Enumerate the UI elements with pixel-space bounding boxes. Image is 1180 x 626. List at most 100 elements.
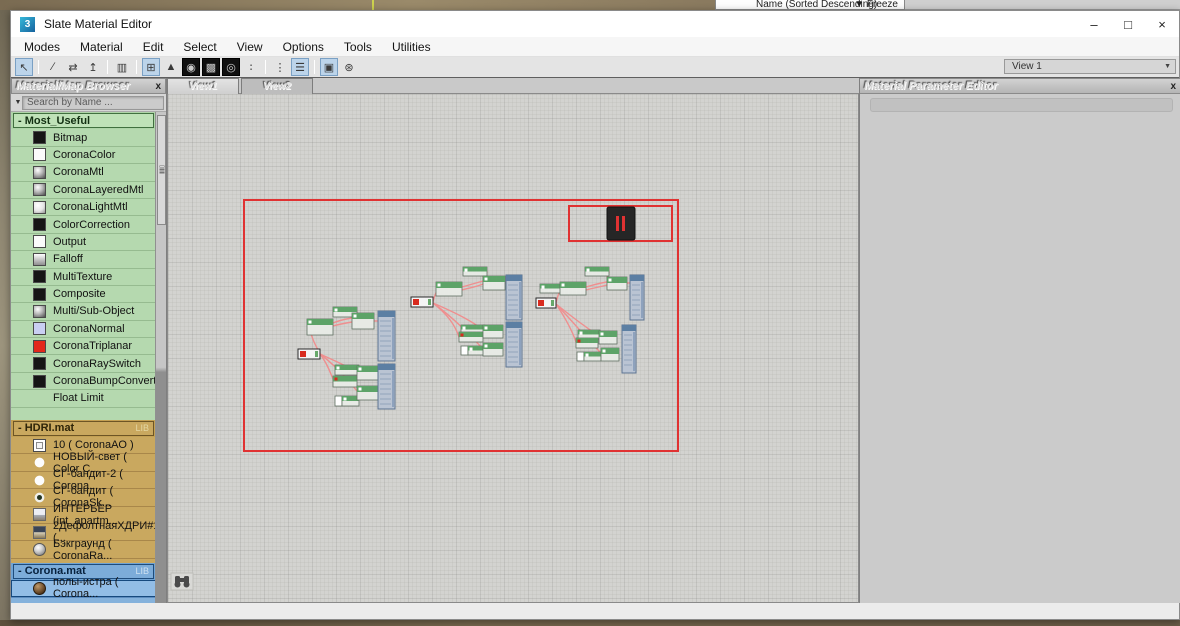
material-node[interactable] (584, 266, 610, 277)
material-node[interactable] (629, 274, 645, 321)
get-material-icon[interactable]: ⇄ (64, 58, 82, 76)
menu-tools[interactable]: Tools (334, 37, 382, 56)
material-node[interactable] (410, 296, 434, 308)
pause-button[interactable] (606, 206, 636, 241)
minimize-button[interactable]: – (1077, 11, 1111, 37)
list-item[interactable]: Bitmap (11, 129, 156, 147)
view-selector-value: View 1 (1012, 61, 1042, 72)
list-item[interactable]: Falloff (11, 251, 156, 269)
material-node[interactable] (351, 312, 375, 330)
show-shaded-material-icon[interactable]: ▩ (202, 58, 220, 76)
material-map-browser-toggle-icon[interactable]: ☰ (291, 58, 309, 76)
group-header[interactable]: - HDRI.mat LIB (11, 419, 156, 438)
material-node[interactable] (377, 363, 396, 410)
list-item[interactable]: CoronaColor (11, 146, 156, 165)
material-node[interactable] (576, 351, 602, 362)
browser-scrollbar-thumb[interactable] (157, 115, 166, 225)
list-item[interactable]: Float Limit (11, 390, 156, 408)
material-node[interactable] (575, 337, 599, 349)
material-node[interactable] (306, 318, 334, 336)
tab-view1[interactable]: View1 (167, 78, 239, 94)
app-logo-icon: 3 (20, 16, 35, 32)
material-node[interactable] (377, 310, 396, 362)
list-item[interactable]: ColorCorrection (11, 216, 156, 234)
material-node[interactable] (462, 266, 488, 277)
browser-panel-title: Material/Map Browser (16, 80, 130, 92)
material-node[interactable] (482, 342, 504, 357)
assign-material-to-selection-icon[interactable]: ↥ (84, 58, 102, 76)
group-label: - Most_Useful (18, 114, 91, 127)
material-node[interactable] (535, 297, 557, 309)
item-label: Composite (53, 288, 106, 301)
menu-utilities[interactable]: Utilities (382, 37, 441, 56)
search-row: ▼ (11, 94, 166, 112)
browser-scrollbar[interactable] (155, 112, 166, 603)
search-options-dropdown-icon[interactable]: ▼ (14, 96, 22, 109)
parameter-editor-toggle-icon[interactable]: ▣ (320, 58, 338, 76)
material-node[interactable] (356, 365, 380, 381)
list-item[interactable]: CoronaLightMtl (11, 198, 156, 217)
material-node[interactable] (435, 281, 463, 297)
select-tool-icon[interactable]: ↖ (15, 58, 33, 76)
item-label: CoronaColor (53, 148, 116, 161)
view-selector-dropdown[interactable]: View 1 ▼ (1004, 59, 1176, 74)
material-node[interactable] (297, 348, 321, 360)
node-link (461, 283, 484, 291)
menu-edit[interactable]: Edit (133, 37, 174, 56)
move-children-icon[interactable]: ⊞ (142, 58, 160, 76)
menu-material[interactable]: Material (70, 37, 133, 56)
sample-uv-tiling-icon[interactable]: ◎ (222, 58, 240, 76)
material-node[interactable] (559, 281, 587, 296)
list-item[interactable]: CoronaTriplanar (11, 338, 156, 356)
select-by-material-icon[interactable]: ⊛ (340, 58, 358, 76)
browser-close-icon[interactable]: x (155, 81, 161, 92)
material-node[interactable] (598, 330, 618, 345)
material-node[interactable] (332, 375, 358, 388)
material-node[interactable] (356, 385, 380, 401)
material-node[interactable] (505, 321, 523, 368)
material-node[interactable] (505, 274, 523, 321)
list-item[interactable]: CoronaBumpConverter (11, 372, 156, 391)
material-node[interactable] (621, 324, 637, 374)
material-node[interactable] (600, 347, 620, 362)
group-header[interactable]: - Most_Useful (11, 112, 156, 130)
list-item[interactable]: MultiTexture (11, 268, 156, 286)
node-graph-canvas[interactable] (167, 94, 859, 603)
material-node[interactable] (539, 283, 563, 294)
menu-modes[interactable]: Modes (11, 37, 70, 56)
list-item[interactable]: Output (11, 233, 156, 252)
show-background-icon[interactable]: ◉ (182, 58, 200, 76)
sphere-gray-swatch-icon (33, 543, 46, 557)
menu-view[interactable]: View (227, 37, 273, 56)
list-item[interactable]: CoronaRaySwitch (11, 355, 156, 373)
list-item[interactable]: CoronaNormal (11, 320, 156, 339)
parameter-editor-close-icon[interactable]: x (1170, 81, 1176, 92)
list-item[interactable]: полы-истра ( Corona... (11, 576, 156, 600)
material-node[interactable] (334, 395, 360, 407)
tab-view2[interactable]: View2 (241, 78, 313, 94)
maximize-button[interactable]: □ (1111, 11, 1145, 37)
toolbar-separator (265, 60, 266, 74)
list-item[interactable]: Бэкграунд ( CoronaRa... (11, 538, 156, 562)
hide-unused-nodeslots-icon[interactable]: ▲ (162, 58, 180, 76)
material-node[interactable] (460, 345, 486, 356)
menu-select[interactable]: Select (173, 37, 226, 56)
close-button[interactable]: × (1145, 11, 1179, 37)
menu-options[interactable]: Options (273, 37, 334, 56)
layout-children-icon[interactable]: ⋮ (271, 58, 289, 76)
material-node[interactable] (482, 324, 504, 339)
list-item[interactable]: Multi/Sub-Object (11, 303, 156, 321)
options-dots-icon[interactable]: ∶ (242, 58, 260, 76)
search-input[interactable] (22, 95, 164, 110)
list-item[interactable]: Composite (11, 285, 156, 304)
pick-material-from-object-icon[interactable]: ∕ (44, 58, 62, 76)
list-item[interactable]: CoronaLayeredMtl (11, 181, 156, 199)
material-node[interactable] (334, 364, 360, 376)
list-item[interactable]: CoronaMtl (11, 164, 156, 182)
material-node[interactable] (606, 276, 628, 291)
pan-tool-binoculars-icon[interactable] (170, 572, 194, 591)
material-node[interactable] (458, 331, 484, 343)
parameter-editor-empty-bar (870, 98, 1173, 112)
material-node[interactable] (482, 275, 506, 291)
delete-selected-icon[interactable]: ▥ (113, 58, 131, 76)
